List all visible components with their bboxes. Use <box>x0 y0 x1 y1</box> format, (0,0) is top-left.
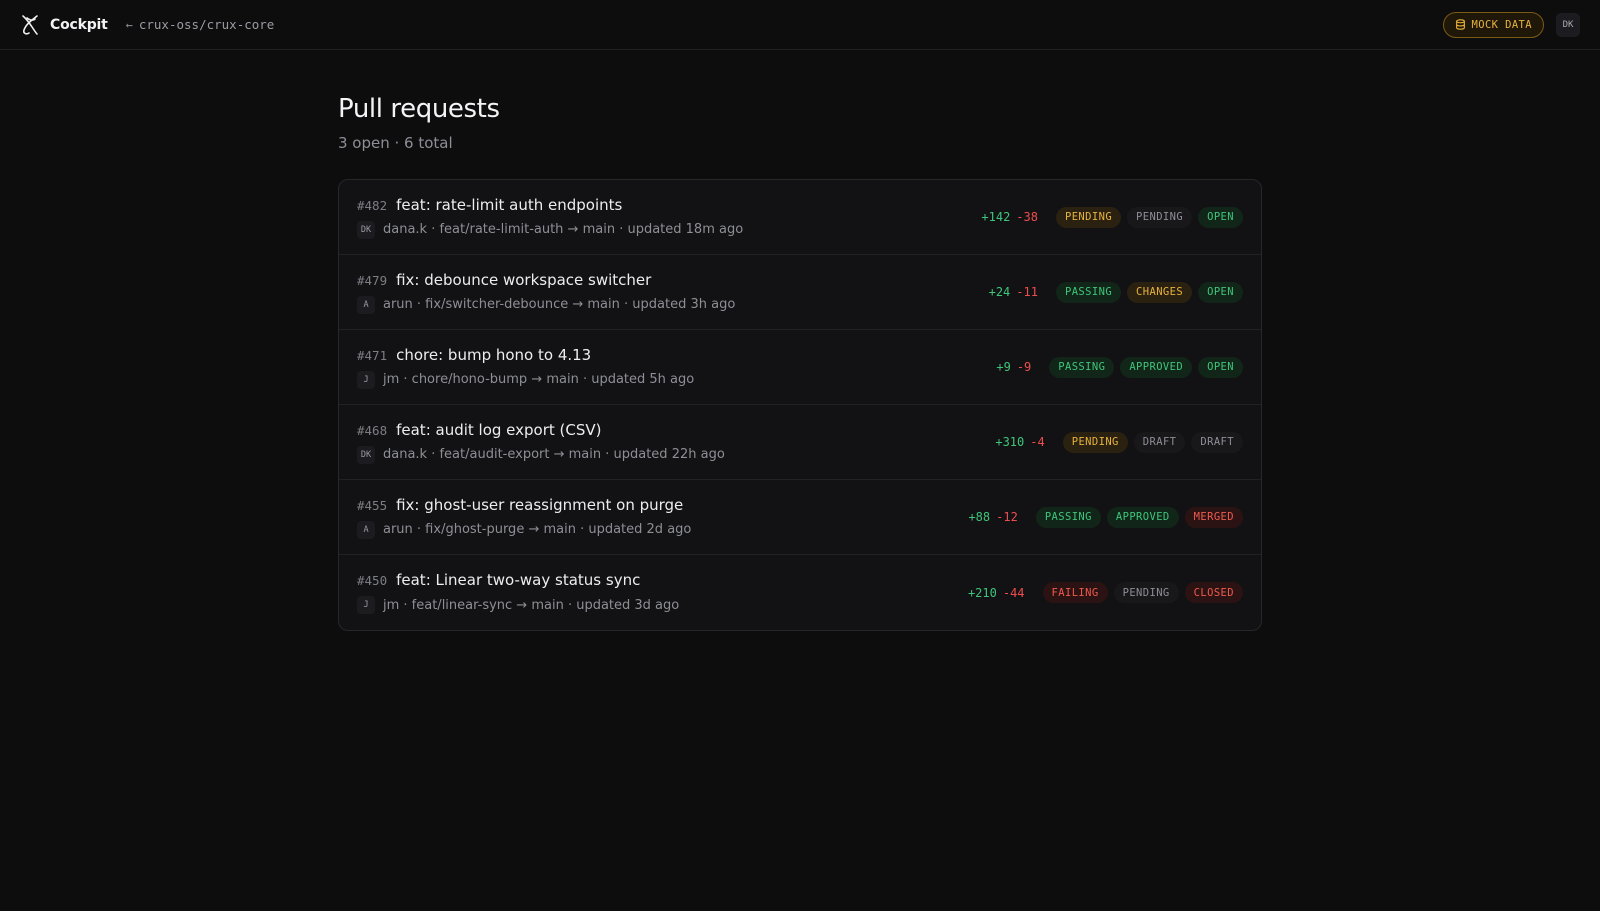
pr-number: #482 <box>357 197 388 213</box>
pr-state-badge: CLOSED <box>1184 582 1243 603</box>
database-icon <box>1455 19 1465 30</box>
pr-meta: arun · fix/switcher-debounce → main · up… <box>383 297 736 312</box>
pr-state-badge: OPEN <box>1198 281 1243 303</box>
pr-meta: dana.k · feat/audit-export → main · upda… <box>383 447 725 462</box>
pr-info: #455 fix: ghost-user reassignment on pur… <box>357 496 968 539</box>
repo-name: crux-oss/crux-core <box>138 17 275 32</box>
review-status-badge: PENDING <box>1113 582 1179 603</box>
pr-status: +310 -4 PENDING DRAFT DRAFT <box>995 431 1243 453</box>
review-status-badge: APPROVED <box>1120 356 1193 378</box>
review-status-badge: APPROVED <box>1106 506 1179 528</box>
author-avatar: A <box>357 520 375 539</box>
pull-request-row[interactable]: #482 feat: rate-limit auth endpoints DK … <box>339 180 1261 255</box>
pr-number: #468 <box>357 422 388 438</box>
pull-request-list: #482 feat: rate-limit auth endpoints DK … <box>338 179 1262 631</box>
topbar-actions: MOCK DATA DK <box>1442 11 1580 38</box>
pr-info: #450 feat: Linear two-way status sync J … <box>357 571 968 614</box>
pr-state-badge: DRAFT <box>1191 431 1243 453</box>
page-subtitle: 3 open · 6 total <box>338 134 453 152</box>
cockpit-logo-icon <box>22 14 38 35</box>
diff-stats: +88 -12 <box>968 510 1017 524</box>
additions-count: +9 <box>996 360 1011 374</box>
top-bar: Cockpit ← crux-oss/crux-core MOCK DATA D… <box>0 0 1600 50</box>
pr-state-badge: OPEN <box>1198 356 1243 378</box>
deletions-count: -12 <box>996 510 1018 524</box>
diff-stats: +142 -38 <box>981 210 1038 224</box>
ci-status-badge: PASSING <box>1055 281 1122 303</box>
diff-stats: +310 -4 <box>995 435 1044 449</box>
author-avatar: DK <box>357 220 375 239</box>
review-status-badge: PENDING <box>1127 206 1193 228</box>
pr-title[interactable]: feat: rate-limit auth endpoints <box>396 196 622 214</box>
back-to-repo-link[interactable]: ← crux-oss/crux-core <box>126 17 275 32</box>
diff-stats: +210 -44 <box>968 586 1025 600</box>
pr-status: +88 -12 PASSING APPROVED MERGED <box>968 506 1243 528</box>
pr-meta: arun · fix/ghost-purge → main · updated … <box>383 522 692 537</box>
additions-count: +310 <box>995 435 1025 449</box>
pull-request-row[interactable]: #455 fix: ghost-user reassignment on pur… <box>339 480 1261 555</box>
pull-request-row[interactable]: #479 fix: debounce workspace switcher A … <box>339 255 1261 330</box>
review-status-badge: DRAFT <box>1133 431 1186 453</box>
mock-data-badge[interactable]: MOCK DATA <box>1442 11 1544 38</box>
pr-title[interactable]: feat: audit log export (CSV) <box>396 421 601 439</box>
deletions-count: -38 <box>1016 210 1038 224</box>
ci-status-badge: PASSING <box>1035 506 1101 528</box>
brand-name: Cockpit <box>50 16 108 33</box>
pr-title[interactable]: fix: ghost-user reassignment on purge <box>396 496 683 514</box>
author-avatar: A <box>357 295 375 314</box>
additions-count: +24 <box>988 285 1011 299</box>
author-avatar: J <box>357 370 375 389</box>
pull-request-row[interactable]: #471 chore: bump hono to 4.13 J jm · cho… <box>339 330 1261 405</box>
ci-status-badge: PENDING <box>1055 206 1122 228</box>
arrow-left-icon: ← <box>125 17 133 32</box>
pr-number: #450 <box>357 573 388 588</box>
pr-number: #471 <box>357 347 388 363</box>
mock-data-label: MOCK DATA <box>1471 18 1532 31</box>
ci-status-badge: FAILING <box>1042 582 1108 603</box>
pull-request-row[interactable]: #450 feat: Linear two-way status sync J … <box>339 555 1261 630</box>
ci-status-badge: PASSING <box>1049 356 1115 378</box>
author-avatar: J <box>357 596 375 614</box>
pull-request-row[interactable]: #468 feat: audit log export (CSV) DK dan… <box>339 405 1261 480</box>
pr-number: #455 <box>357 497 388 513</box>
diff-stats: +24 -11 <box>989 285 1038 299</box>
main-content: Pull requests 3 open · 6 total #482 feat… <box>338 94 1262 631</box>
pr-status: +142 -38 PENDING PENDING OPEN <box>981 206 1243 228</box>
pr-title[interactable]: fix: debounce workspace switcher <box>396 271 651 289</box>
pr-title[interactable]: chore: bump hono to 4.13 <box>396 346 591 364</box>
brand[interactable]: Cockpit <box>20 14 108 36</box>
pr-meta: jm · feat/linear-sync → main · updated 3… <box>383 597 680 613</box>
deletions-count: -4 <box>1030 435 1045 449</box>
pr-meta: dana.k · feat/rate-limit-auth → main · u… <box>383 222 744 237</box>
additions-count: +210 <box>967 585 997 600</box>
author-avatar: DK <box>357 445 375 464</box>
deletions-count: -9 <box>1016 360 1032 374</box>
pr-status: +210 -44 FAILING PENDING CLOSED <box>968 582 1243 603</box>
pr-info: #468 feat: audit log export (CSV) DK dan… <box>357 421 995 464</box>
pr-info: #471 chore: bump hono to 4.13 J jm · cho… <box>357 346 996 389</box>
ci-status-badge: PENDING <box>1062 431 1128 453</box>
pr-number: #479 <box>357 272 388 288</box>
pr-status: +9 -9 PASSING APPROVED OPEN <box>996 356 1243 378</box>
pr-state-badge: OPEN <box>1198 206 1243 228</box>
pr-info: #482 feat: rate-limit auth endpoints DK … <box>357 196 981 239</box>
deletions-count: -44 <box>1002 585 1025 600</box>
page-title: Pull requests <box>338 94 500 124</box>
additions-count: +142 <box>981 210 1011 224</box>
deletions-count: -11 <box>1016 285 1038 299</box>
pr-state-badge: MERGED <box>1184 506 1243 528</box>
additions-count: +88 <box>968 510 991 524</box>
pr-meta: jm · chore/hono-bump → main · updated 5h… <box>383 372 695 387</box>
pr-status: +24 -11 PASSING CHANGES OPEN <box>989 281 1243 303</box>
diff-stats: +9 -9 <box>996 360 1031 374</box>
user-avatar[interactable]: DK <box>1556 12 1580 37</box>
review-status-badge: CHANGES <box>1127 281 1193 303</box>
pr-info: #479 fix: debounce workspace switcher A … <box>357 271 989 314</box>
pr-title[interactable]: feat: Linear two-way status sync <box>396 571 640 589</box>
